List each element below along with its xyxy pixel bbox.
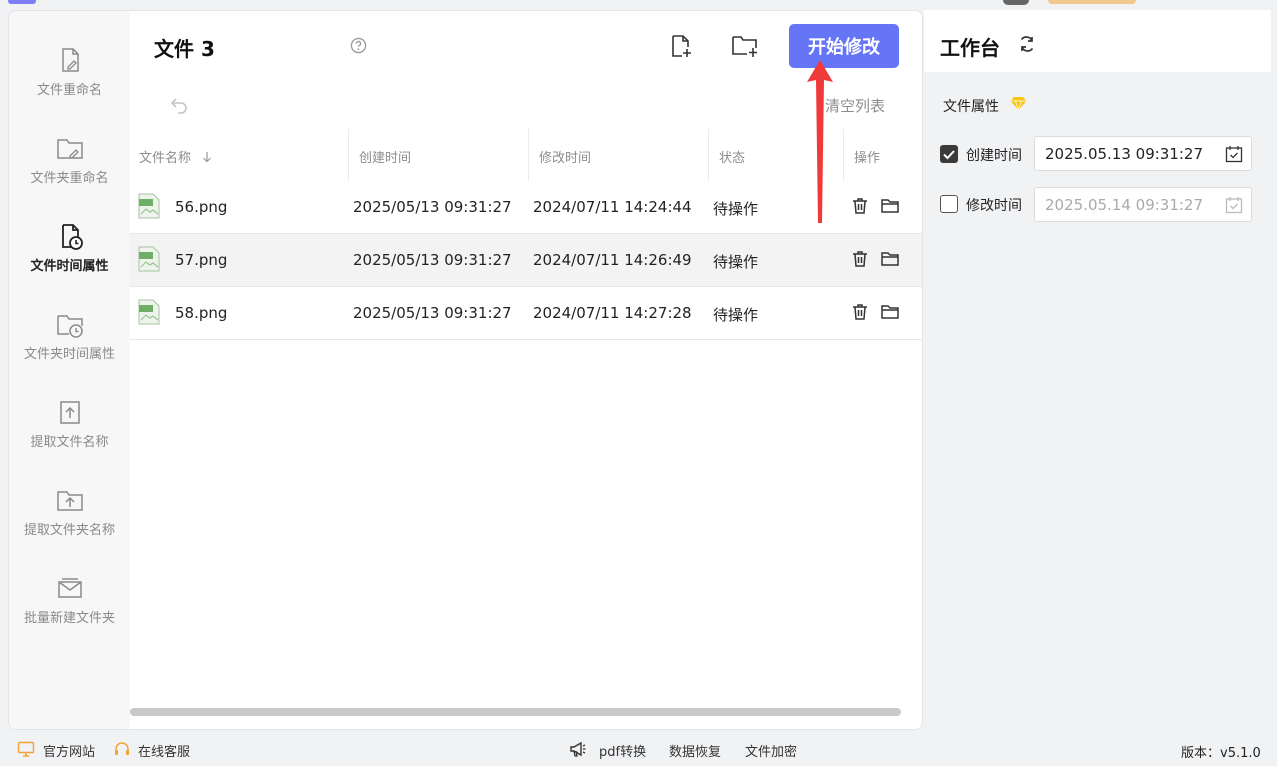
open-folder-icon[interactable] [880, 196, 900, 216]
modified-time: 2024/07/11 14:27:28 [533, 304, 692, 322]
vip-badge[interactable] [1048, 0, 1136, 4]
refresh-icon[interactable] [1017, 34, 1037, 54]
undo-icon[interactable] [167, 93, 191, 117]
page-title: 文件 3 [154, 37, 215, 61]
sidebar-item-extract-folder-names[interactable]: 提取文件夹名称 [9, 479, 130, 559]
check-icon [943, 150, 955, 160]
file-edit-icon [61, 48, 79, 72]
sidebar-item-label: 批量新建文件夹 [23, 611, 115, 626]
help-icon[interactable] [350, 37, 367, 54]
created-time-picker[interactable]: 2025.05.13 09:31:27 [1034, 136, 1252, 171]
sidebar-item-label: 文件夹重命名 [30, 171, 109, 186]
sidebar-item-file-time[interactable]: 文件时间属性 [9, 215, 130, 295]
file-name: 58.png [175, 304, 228, 322]
column-header-modified: 修改时间 [539, 151, 592, 166]
created-time: 2025/05/13 09:31:27 [353, 198, 512, 216]
official-website-link[interactable]: 官方网站 [43, 741, 95, 760]
folder-edit-icon [56, 139, 83, 159]
sidebar: 文件重命名 文件夹重命名 文件时间属性 文件夹时间属性 提取文件名称 提取文件夹… [9, 11, 130, 729]
sidebar-item-label: 文件时间属性 [30, 259, 109, 274]
sidebar-item-label: 文件重命名 [36, 83, 102, 98]
modified-time: 2024/07/11 14:26:49 [533, 251, 692, 269]
created-time: 2025/05/13 09:31:27 [353, 251, 512, 269]
vip-diamond-icon [1010, 97, 1027, 111]
headset-icon [115, 742, 129, 755]
file-upload-icon [59, 401, 80, 424]
column-divider [528, 129, 529, 181]
file-attributes-title: 文件属性 [943, 99, 999, 115]
column-header-status: 状态 [719, 151, 746, 166]
created-time-value: 2025.05.13 09:31:27 [1045, 145, 1204, 163]
file-encrypt-link[interactable]: 文件加密 [745, 741, 797, 760]
table-row[interactable]: 58.png 2025/05/13 09:31:27 2024/07/11 14… [130, 287, 922, 340]
created-time-label: 创建时间 [966, 148, 1022, 164]
status-text: 待操作 [713, 253, 759, 271]
status-text: 待操作 [713, 200, 759, 218]
sidebar-item-folder-time[interactable]: 文件夹时间属性 [9, 303, 130, 383]
sidebar-item-file-rename[interactable]: 文件重命名 [9, 39, 130, 119]
workbench-title: 工作台 [940, 36, 1000, 60]
created-time-checkbox[interactable] [940, 145, 958, 163]
column-header-created: 创建时间 [359, 151, 412, 166]
column-divider [843, 129, 844, 181]
sidebar-item-batch-folders[interactable]: 批量新建文件夹 [9, 567, 130, 647]
version-label: 版本：v5.1.0 [1181, 746, 1261, 761]
trash-icon[interactable] [850, 249, 870, 269]
workbench-header: 工作台 [924, 10, 1271, 72]
open-folder-icon[interactable] [880, 249, 900, 269]
sort-down-icon [203, 152, 212, 163]
main-panel: 文件重命名 文件夹重命名 文件时间属性 文件夹时间属性 提取文件名称 提取文件夹… [8, 10, 923, 730]
modified-time: 2024/07/11 14:24:44 [533, 198, 692, 216]
megaphone-icon [570, 741, 586, 757]
red-arrow-annotation [807, 60, 833, 223]
sidebar-item-label: 文件夹时间属性 [23, 347, 115, 362]
png-file-icon [138, 246, 160, 272]
trash-icon[interactable] [850, 196, 870, 216]
created-time: 2025/05/13 09:31:27 [353, 304, 512, 322]
column-header-name[interactable]: 文件名称 [139, 147, 213, 166]
modified-time-picker[interactable]: 2025.05.14 09:31:27 [1034, 187, 1252, 222]
sidebar-item-extract-file-names[interactable]: 提取文件名称 [9, 391, 130, 471]
open-folder-icon[interactable] [880, 302, 900, 322]
calendar-icon [1225, 146, 1243, 163]
column-divider [708, 129, 709, 181]
folder-clock-icon [56, 315, 83, 338]
sidebar-item-label: 提取文件名称 [30, 435, 109, 450]
add-file-icon[interactable] [668, 33, 694, 59]
horizontal-scrollbar[interactable] [130, 708, 901, 716]
png-file-icon [138, 299, 160, 325]
app-logo-stub [8, 0, 36, 4]
file-clock-icon [61, 224, 83, 250]
calendar-icon [1225, 197, 1243, 214]
modified-time-label: 修改时间 [966, 198, 1022, 214]
sidebar-item-folder-rename[interactable]: 文件夹重命名 [9, 127, 130, 207]
folder-upload-icon [56, 491, 83, 511]
modified-time-checkbox[interactable] [940, 195, 958, 213]
sidebar-item-label: 提取文件夹名称 [23, 523, 115, 538]
modified-time-value: 2025.05.14 09:31:27 [1045, 196, 1204, 214]
file-name: 57.png [175, 251, 228, 269]
pdf-convert-link[interactable]: pdf转换 [599, 741, 646, 760]
list-header: 文件 3 开始修改 [130, 11, 922, 81]
website-icon [17, 741, 35, 757]
add-folder-icon[interactable] [730, 33, 760, 59]
table-row[interactable]: 57.png 2025/05/13 09:31:27 2024/07/11 14… [130, 234, 922, 287]
workbench-panel: 文件属性 创建时间 2025.05.13 09:31:27 修改时间 2025.… [924, 72, 1271, 710]
status-text: 待操作 [713, 306, 759, 324]
file-name: 56.png [175, 198, 228, 216]
online-support-link[interactable]: 在线客服 [138, 741, 190, 760]
folder-batch-icon [57, 578, 82, 598]
data-recovery-link[interactable]: 数据恢复 [669, 741, 721, 760]
column-divider [348, 129, 349, 181]
avatar[interactable] [1003, 0, 1029, 5]
column-header-actions: 操作 [854, 151, 881, 166]
footer-bar: 官方网站 在线客服 pdf转换 数据恢复 文件加密 版本：v5.1.0 [0, 736, 1277, 766]
png-file-icon [138, 193, 160, 219]
trash-icon[interactable] [850, 302, 870, 322]
column-label: 文件名称 [139, 151, 192, 166]
